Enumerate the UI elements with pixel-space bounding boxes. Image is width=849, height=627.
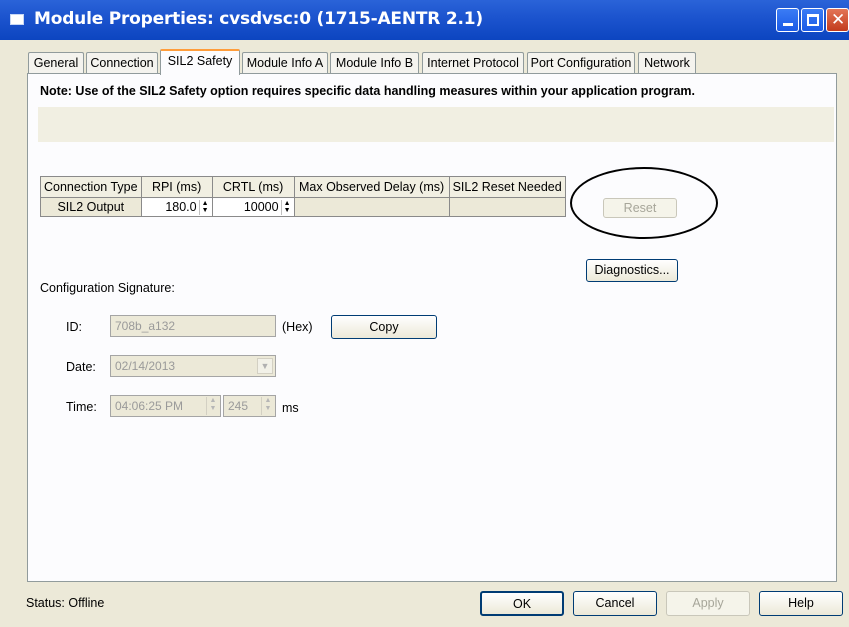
time-field[interactable]: 04:06:25 PM ▲ ▼ <box>110 395 221 417</box>
id-label: ID: <box>66 320 82 334</box>
cancel-button[interactable]: Cancel <box>573 591 657 616</box>
config-signature-heading: Configuration Signature: <box>40 281 175 295</box>
column-header: Max Observed Delay (ms) <box>293 176 450 198</box>
ms-label: ms <box>282 401 299 415</box>
crtl-value: 10000 <box>243 199 279 214</box>
connection-table: Connection Type RPI (ms) CRTL (ms) Max O… <box>40 176 566 217</box>
spinner-arrows-icon[interactable]: ▲ ▼ <box>261 397 274 415</box>
window-title: Module Properties: cvsdvsc:0 (1715-AENTR… <box>34 9 483 29</box>
hex-label: (Hex) <box>282 320 313 334</box>
minimize-icon <box>783 23 793 26</box>
connection-type-cell: SIL2 Output <box>40 197 142 217</box>
time-value: 04:06:25 PM <box>115 399 184 413</box>
title-bar[interactable]: Module Properties: cvsdvsc:0 (1715-AENTR… <box>0 0 849 40</box>
sil2-note: Note: Use of the SIL2 Safety option requ… <box>40 84 695 98</box>
help-button[interactable]: Help <box>759 591 843 616</box>
chevron-down-icon[interactable]: ▼ <box>257 358 273 374</box>
tab-module-info-a[interactable]: Module Info A <box>242 52 328 74</box>
tab-network[interactable]: Network <box>638 52 696 74</box>
ms-value: 245 <box>228 399 249 413</box>
max-delay-cell <box>293 197 450 217</box>
table-header-row: Connection Type RPI (ms) CRTL (ms) Max O… <box>40 176 566 198</box>
reset-needed-cell <box>448 197 566 217</box>
date-value: 02/14/2013 <box>115 359 176 373</box>
reset-button[interactable]: Reset <box>603 198 677 218</box>
status-text: Status: Offline <box>26 596 105 610</box>
column-header: RPI (ms) <box>140 176 213 198</box>
spinner-arrows-icon[interactable]: ▲ ▼ <box>198 199 211 215</box>
table-row: SIL2 Output 180.0 ▲ ▼ 10000 ▲ ▼ <box>40 197 566 217</box>
apply-button[interactable]: Apply <box>666 591 750 616</box>
rpi-spinner[interactable]: 180.0 ▲ ▼ <box>141 198 212 216</box>
maximize-button[interactable] <box>801 8 824 32</box>
window-icon <box>10 14 24 25</box>
sil2-safety-panel: Note: Use of the SIL2 Safety option requ… <box>27 73 837 582</box>
diagnostics-button[interactable]: Diagnostics... <box>586 259 678 282</box>
tab-module-info-b[interactable]: Module Info B <box>330 52 419 74</box>
id-field[interactable]: 708b_a132 <box>110 315 276 337</box>
module-properties-window: Module Properties: cvsdvsc:0 (1715-AENTR… <box>0 0 849 627</box>
tab-sil2-safety[interactable]: SIL2 Safety <box>160 49 240 75</box>
spinner-arrows-icon[interactable]: ▲ ▼ <box>206 397 219 415</box>
ok-button[interactable]: OK <box>480 591 564 616</box>
copy-button[interactable]: Copy <box>331 315 437 339</box>
ms-field[interactable]: 245 ▲ ▼ <box>223 395 276 417</box>
date-picker[interactable]: 02/14/2013 ▼ <box>110 355 276 377</box>
rpi-cell[interactable]: 180.0 ▲ ▼ <box>140 197 213 217</box>
minimize-button[interactable] <box>776 8 799 32</box>
column-header: SIL2 Reset Needed <box>448 176 566 198</box>
tab-connection[interactable]: Connection <box>86 52 158 74</box>
tab-general[interactable]: General <box>28 52 84 74</box>
time-label: Time: <box>66 400 97 414</box>
spinner-arrows-icon[interactable]: ▲ ▼ <box>280 199 293 215</box>
maximize-icon <box>807 14 819 26</box>
close-icon: ✕ <box>831 10 846 30</box>
crtl-spinner[interactable]: 10000 ▲ ▼ <box>212 198 294 216</box>
date-label: Date: <box>66 360 96 374</box>
column-header: Connection Type <box>40 176 142 198</box>
tab-port-configuration[interactable]: Port Configuration <box>527 52 635 74</box>
close-button[interactable]: ✕ <box>826 8 849 32</box>
tab-internet-protocol[interactable]: Internet Protocol <box>422 52 524 74</box>
rpi-value: 180.0 <box>165 199 197 214</box>
crtl-cell[interactable]: 10000 ▲ ▼ <box>211 197 295 217</box>
column-header: CRTL (ms) <box>211 176 295 198</box>
note-strip <box>38 107 834 142</box>
